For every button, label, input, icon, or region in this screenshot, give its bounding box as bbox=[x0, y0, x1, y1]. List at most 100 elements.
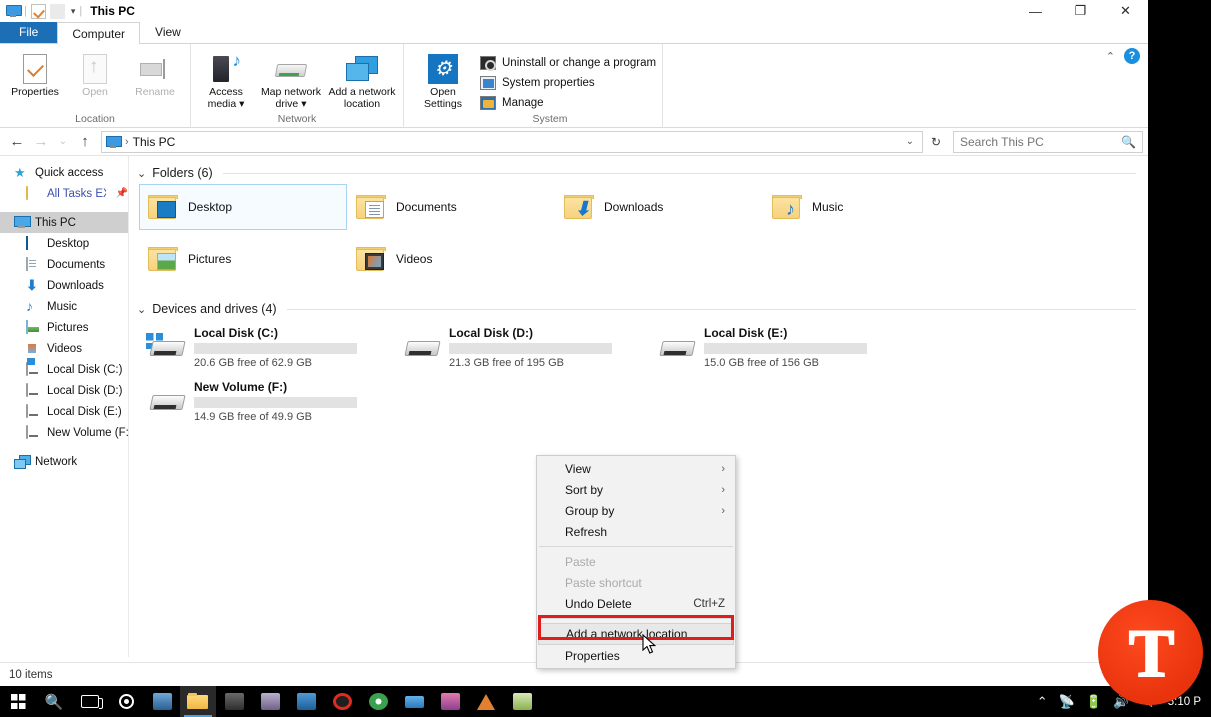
taskbar-file-explorer[interactable] bbox=[180, 686, 216, 717]
context-menu[interactable]: View › Sort by › Group by › Refresh Past… bbox=[536, 455, 736, 669]
folder-tile-documents[interactable]: Documents bbox=[347, 184, 555, 230]
network-icon[interactable]: 📡 bbox=[1059, 694, 1075, 710]
folder-tile-videos[interactable]: Videos bbox=[347, 236, 555, 282]
desktop-icon bbox=[26, 236, 41, 250]
context-menu-item-refresh[interactable]: Refresh bbox=[537, 521, 735, 542]
taskbar-app-record[interactable] bbox=[324, 686, 360, 717]
sidebar-item-music[interactable]: ♪ Music bbox=[0, 296, 128, 317]
open-settings-button[interactable]: ⚙ Open Settings bbox=[414, 48, 472, 110]
refresh-button[interactable]: ↻ bbox=[925, 131, 947, 153]
sidebar-item-this-pc[interactable]: This PC bbox=[0, 212, 128, 233]
chevron-down-icon[interactable]: ⌄ bbox=[137, 167, 146, 180]
ribbon-group-system: ⚙ Open Settings Uninstall or change a pr… bbox=[404, 44, 664, 128]
address-bar: ← → ⌄ ↑ › This PC ⌄ ↻ 🔍 bbox=[0, 128, 1148, 156]
search-input[interactable] bbox=[960, 134, 1110, 149]
taskbar-app-paint[interactable] bbox=[432, 686, 468, 717]
search-box[interactable]: 🔍 bbox=[953, 130, 1143, 153]
folder-tile-downloads[interactable]: ⬇ Downloads bbox=[555, 184, 763, 230]
manage-button[interactable]: Manage bbox=[480, 96, 656, 110]
search-icon[interactable]: 🔍 bbox=[1121, 135, 1136, 149]
folder-tile-pictures[interactable]: Pictures bbox=[139, 236, 347, 282]
add-network-location-button[interactable]: Add a network location bbox=[327, 48, 397, 110]
drive-free-space: 20.6 GB free of 62.9 GB bbox=[194, 356, 313, 369]
taskbar-notepad[interactable] bbox=[504, 686, 540, 717]
chevron-down-icon[interactable]: ⌄ bbox=[137, 303, 146, 316]
sidebar-item-all-tasks-excel[interactable]: All Tasks EXCEL 📌 bbox=[0, 183, 128, 204]
watermark-logo: T bbox=[1098, 600, 1203, 705]
new-folder-quick-icon[interactable] bbox=[49, 3, 65, 19]
system-properties-button[interactable]: System properties bbox=[480, 76, 656, 90]
context-menu-item-group-by[interactable]: Group by › bbox=[537, 500, 735, 521]
close-button[interactable]: ✕ bbox=[1103, 0, 1148, 22]
folder-tile-desktop[interactable]: Desktop bbox=[139, 184, 347, 230]
sidebar-item-pictures[interactable]: Pictures bbox=[0, 317, 128, 338]
context-menu-item-undo-delete[interactable]: Undo Delete Ctrl+Z bbox=[537, 593, 735, 614]
hdd-windows-icon bbox=[146, 333, 186, 361]
map-network-drive-button[interactable]: Map network drive ▾ bbox=[257, 48, 325, 110]
sidebar-item-label: Local Disk (E:) bbox=[47, 405, 122, 418]
open-button[interactable]: Open bbox=[66, 48, 124, 98]
properties-button[interactable]: Properties bbox=[6, 48, 64, 98]
sidebar-item-network[interactable]: Network bbox=[0, 451, 128, 472]
properties-quick-icon[interactable] bbox=[30, 3, 46, 19]
access-media-button[interactable]: Access media ▾ bbox=[197, 48, 255, 110]
sidebar-item-videos[interactable]: Videos bbox=[0, 338, 128, 359]
battery-icon[interactable]: 🔋 bbox=[1086, 694, 1102, 710]
recent-locations-button[interactable]: ⌄ bbox=[53, 130, 73, 154]
minimize-button[interactable]: — bbox=[1013, 0, 1058, 22]
breadcrumb[interactable]: › This PC ⌄ bbox=[101, 130, 923, 153]
menu-label: Properties bbox=[565, 648, 620, 663]
rename-button[interactable]: Rename bbox=[126, 48, 184, 98]
chevron-up-icon[interactable]: ⌃ bbox=[1037, 694, 1048, 710]
taskbar-app-dark[interactable] bbox=[216, 686, 252, 717]
sidebar-item-downloads[interactable]: ⬇ Downloads bbox=[0, 275, 128, 296]
navigation-pane: ★ Quick access All Tasks EXCEL 📌 This PC… bbox=[0, 156, 129, 657]
start-button[interactable] bbox=[0, 686, 36, 717]
tab-file[interactable]: File bbox=[0, 21, 58, 43]
up-button[interactable]: ↑ bbox=[73, 130, 97, 154]
hdd-icon bbox=[26, 425, 41, 439]
tab-view[interactable]: View bbox=[140, 21, 196, 43]
folders-section-header[interactable]: ⌄ Folders (6) bbox=[129, 156, 1148, 184]
forward-button[interactable]: → bbox=[29, 130, 53, 154]
window-title: This PC bbox=[90, 4, 135, 18]
taskbar-app-blue[interactable] bbox=[288, 686, 324, 717]
task-view-button[interactable] bbox=[72, 686, 108, 717]
tab-computer[interactable]: Computer bbox=[57, 22, 141, 44]
taskbar-app-keyboard[interactable] bbox=[396, 686, 432, 717]
drives-section-title: Devices and drives (4) bbox=[152, 302, 277, 316]
divider bbox=[286, 308, 1136, 310]
sidebar-item-desktop[interactable]: Desktop bbox=[0, 233, 128, 254]
back-button[interactable]: ← bbox=[5, 130, 29, 154]
context-menu-item-sort-by[interactable]: Sort by › bbox=[537, 479, 735, 500]
drive-tile-local-disk-e[interactable]: Local Disk (E:) 15.0 GB free of 156 GB bbox=[649, 320, 904, 374]
uninstall-program-button[interactable]: Uninstall or change a program bbox=[480, 56, 656, 71]
taskbar-chrome[interactable] bbox=[360, 686, 396, 717]
help-icon[interactable]: ? bbox=[1124, 48, 1140, 64]
taskbar-app-monitor[interactable] bbox=[252, 686, 288, 717]
maximize-button[interactable]: ❐ bbox=[1058, 0, 1103, 22]
sidebar-item-local-disk-d[interactable]: Local Disk (D:) bbox=[0, 380, 128, 401]
taskbar-app-shield[interactable] bbox=[144, 686, 180, 717]
drive-tile-local-disk-c[interactable]: Local Disk (C:) 20.6 GB free of 62.9 GB bbox=[139, 320, 394, 374]
folder-tile-music[interactable]: ♪ Music bbox=[763, 184, 971, 230]
taskbar-search-button[interactable]: 🔍 bbox=[36, 686, 72, 717]
taskbar-vlc[interactable] bbox=[468, 686, 504, 717]
system-properties-label: System properties bbox=[502, 77, 595, 89]
context-menu-item-view[interactable]: View › bbox=[537, 458, 735, 479]
sidebar-item-local-disk-e[interactable]: Local Disk (E:) bbox=[0, 401, 128, 422]
customize-qat-caret-icon[interactable]: ▾ bbox=[71, 6, 76, 17]
sidebar-item-new-volume-f[interactable]: New Volume (F:) bbox=[0, 422, 128, 443]
sidebar-item-quick-access[interactable]: ★ Quick access bbox=[0, 162, 128, 183]
sidebar-item-documents[interactable]: Documents bbox=[0, 254, 128, 275]
drives-section-header[interactable]: ⌄ Devices and drives (4) bbox=[129, 288, 1148, 320]
context-menu-item-add-network-location[interactable]: Add a network location bbox=[538, 623, 734, 645]
context-menu-item-properties[interactable]: Properties bbox=[537, 645, 735, 666]
chevron-up-icon[interactable]: ⌃ bbox=[1106, 50, 1115, 63]
chevron-down-icon[interactable]: ⌄ bbox=[906, 136, 914, 147]
cortana-button[interactable] bbox=[108, 686, 144, 717]
breadcrumb-this-pc[interactable]: This PC bbox=[133, 135, 176, 149]
sidebar-item-local-disk-c[interactable]: Local Disk (C:) bbox=[0, 359, 128, 380]
drive-tile-local-disk-d[interactable]: Local Disk (D:) 21.3 GB free of 195 GB bbox=[394, 320, 649, 374]
drive-tile-new-volume-f[interactable]: New Volume (F:) 14.9 GB free of 49.9 GB bbox=[139, 374, 394, 428]
